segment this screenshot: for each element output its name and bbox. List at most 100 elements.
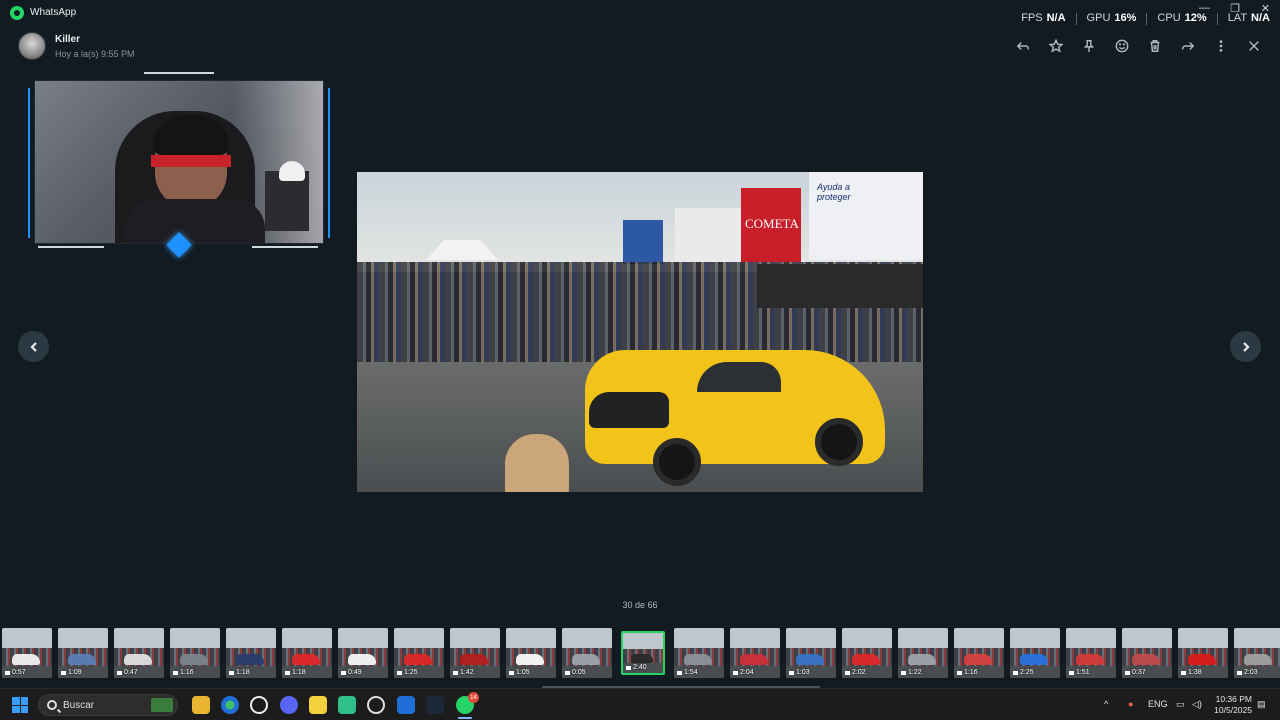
thumbnail-duration: 0:05 xyxy=(565,669,586,676)
thumbnail[interactable]: 1:16 xyxy=(954,628,1004,678)
thumbnail[interactable]: 2:02 xyxy=(842,628,892,678)
contact-avatar[interactable] xyxy=(18,32,46,60)
thumbnail[interactable]: 1:54 xyxy=(674,628,724,678)
thumbnail-active[interactable]: 2:40 xyxy=(621,631,665,675)
thumbnail-car xyxy=(740,654,768,665)
media-thumbnail-strip: 0:57 1:09 0:47 1:16 1:18 1:18 0:49 1:25 1:42 1:05… xyxy=(0,628,1280,680)
thumbnail[interactable]: 0:57 xyxy=(2,628,52,678)
chevron-up-icon[interactable]: ^ xyxy=(1104,699,1108,709)
more-options-button[interactable] xyxy=(1211,36,1231,56)
thumbnail-car xyxy=(1020,654,1048,665)
thumbnail-image xyxy=(1066,628,1116,648)
thumbnail-car xyxy=(1244,654,1272,665)
thumbnail[interactable]: 1:51 xyxy=(1066,628,1116,678)
thumbnail[interactable]: 1:25 xyxy=(394,628,444,678)
thumbnail-image xyxy=(1122,628,1172,648)
thumbnail-car xyxy=(236,654,264,665)
taskbar-search[interactable]: Buscar xyxy=(38,694,178,716)
thumbnail[interactable]: 2:03 xyxy=(1234,628,1280,678)
media-toolbar xyxy=(1013,36,1264,56)
thumbnail[interactable]: 1:09 xyxy=(58,628,108,678)
thumbnail-image xyxy=(730,628,780,648)
photo-billboard-cometa: COMETA xyxy=(741,188,801,262)
webcam-frame-accent xyxy=(328,88,330,238)
divider xyxy=(1216,13,1218,25)
language-indicator[interactable]: ENG xyxy=(1148,699,1168,709)
chrome-icon[interactable] xyxy=(367,696,385,714)
react-button[interactable] xyxy=(1112,36,1132,56)
start-button[interactable] xyxy=(12,697,28,713)
thumbnail[interactable]: 1:05 xyxy=(506,628,556,678)
thumbnail-car xyxy=(460,654,488,665)
thumbnail-image xyxy=(394,628,444,648)
thumbnail-car xyxy=(1132,654,1160,665)
thumbnail-duration: 1:09 xyxy=(61,669,82,676)
thumbnail-image xyxy=(338,628,388,648)
thumbnail-car xyxy=(964,654,992,665)
thumbnail[interactable]: 2:25 xyxy=(1010,628,1060,678)
thumbnail[interactable]: 0:37 xyxy=(1122,628,1172,678)
thumbnail[interactable]: 0:05 xyxy=(562,628,612,678)
media-viewer-image[interactable]: COMETA Ayuda a proteger xyxy=(357,172,923,492)
thumbnail-car xyxy=(1076,654,1104,665)
thumbnail[interactable]: 1:16 xyxy=(170,628,220,678)
star-button[interactable] xyxy=(1046,36,1066,56)
thumbnail[interactable]: 1:42 xyxy=(450,628,500,678)
thumbnail-image xyxy=(842,628,892,648)
thumbnail[interactable]: 1:38 xyxy=(1178,628,1228,678)
divider xyxy=(1146,13,1148,25)
volume-icon[interactable]: ◁) xyxy=(1192,699,1202,710)
file-explorer-icon[interactable] xyxy=(192,696,210,714)
thumbnail-duration: 1:54 xyxy=(677,669,698,676)
outlook-icon[interactable] xyxy=(397,696,415,714)
thumbnail-duration: 1:16 xyxy=(173,669,194,676)
microphone-icon[interactable]: ● xyxy=(1128,699,1133,709)
media-counter: 30 de 66 xyxy=(622,600,658,610)
webcam-person-headband xyxy=(151,155,231,167)
message-timestamp: Hoy a la(s) 9:55 PM xyxy=(55,49,135,59)
taskbar-clock[interactable]: 10:36 PM 10/5/2025 xyxy=(1214,694,1252,716)
search-highlight-icon xyxy=(151,698,173,712)
thumbnail[interactable]: 1:18 xyxy=(226,628,276,678)
thumbnail[interactable]: 1:03 xyxy=(786,628,836,678)
thumbnail[interactable]: 1:22 xyxy=(898,628,948,678)
steam-icon[interactable] xyxy=(426,696,444,714)
thumbnail-duration: 1:03 xyxy=(789,669,810,676)
thumbnail[interactable]: 2:04 xyxy=(730,628,780,678)
thumbnail-car xyxy=(180,654,208,665)
network-icon[interactable]: ▭ xyxy=(1176,699,1185,710)
emoji-icon xyxy=(1115,39,1129,53)
thumbnail-image xyxy=(954,628,1004,648)
next-media-button[interactable] xyxy=(1230,331,1261,362)
thumbnail-duration: 1:18 xyxy=(285,669,306,676)
thumbnail-duration: 0:37 xyxy=(1125,669,1146,676)
pin-button[interactable] xyxy=(1079,36,1099,56)
thumbnail-car xyxy=(12,654,40,665)
thumbnail-image xyxy=(1234,628,1280,648)
discord-icon[interactable] xyxy=(280,696,298,714)
webcam-frame-bar xyxy=(144,72,214,74)
thumbnail[interactable]: 0:47 xyxy=(114,628,164,678)
thumbnail-car xyxy=(516,654,544,665)
previous-media-button[interactable] xyxy=(18,331,49,362)
forward-button[interactable] xyxy=(1178,36,1198,56)
thumbnail-image xyxy=(58,628,108,648)
thumbnail[interactable]: 0:49 xyxy=(338,628,388,678)
edge-browser-icon[interactable] xyxy=(221,696,239,714)
thumbnail-duration: 1:38 xyxy=(1181,669,1202,676)
close-icon xyxy=(1249,41,1259,51)
delete-button[interactable] xyxy=(1145,36,1165,56)
thumbnail[interactable]: 1:18 xyxy=(282,628,332,678)
thumbnail-car xyxy=(852,654,880,665)
windows-logo-icon xyxy=(20,705,28,713)
reply-icon xyxy=(1016,42,1029,50)
app-icon[interactable] xyxy=(338,696,356,714)
chevron-left-icon xyxy=(29,341,37,352)
photo-car-hood xyxy=(589,392,669,428)
thumbnail-duration: 2:03 xyxy=(1237,669,1258,676)
notification-icon[interactable]: ▤ xyxy=(1257,699,1266,710)
sticky-notes-icon[interactable] xyxy=(309,696,327,714)
app-icon[interactable] xyxy=(250,696,268,714)
close-viewer-button[interactable] xyxy=(1244,36,1264,56)
reply-button[interactable] xyxy=(1013,36,1033,56)
